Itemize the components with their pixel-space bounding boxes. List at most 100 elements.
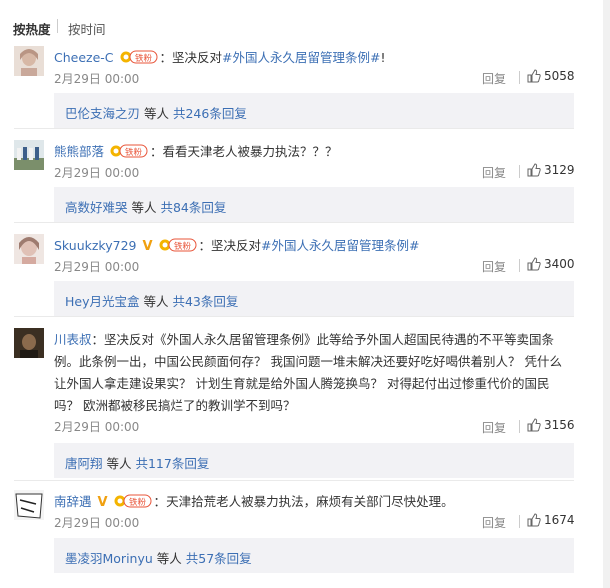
comment-item: 南辞遇 V 铁粉 ：天津拾荒老人被暴力执法，麻烦有关部门尽快处理。 2月29日 …	[0, 490, 600, 588]
fan-badge-icon[interactable]: 铁粉	[110, 144, 148, 158]
avatar[interactable]	[14, 234, 44, 264]
comment-colon: ：	[159, 50, 173, 65]
reply-total-link[interactable]: 共57条回复	[186, 551, 252, 566]
comment-date: 2月29日 00:00	[54, 260, 140, 274]
reply-button[interactable]: 回复	[482, 258, 506, 275]
action-divider	[519, 71, 520, 84]
reply-user-link[interactable]: 巴伦支海之刃	[65, 106, 140, 121]
avatar[interactable]	[14, 490, 44, 520]
sort-bar: 按热度 按时间	[0, 0, 610, 42]
thumbs-up-icon	[527, 257, 541, 271]
comment-body: Skuukzky729 V 铁粉 ：坚决反对#外国人永久居留管理条例#	[54, 235, 574, 258]
thumbs-up-icon	[527, 513, 541, 527]
fan-badge-label: 铁粉	[135, 53, 153, 64]
reply-total-link[interactable]: 共117条回复	[135, 456, 209, 471]
like-button[interactable]: 3129	[527, 163, 575, 177]
reply-user-link[interactable]: Hey月光宝盒	[65, 294, 140, 309]
verified-v-icon: V	[97, 495, 108, 510]
reply-total-link[interactable]: 共84条回复	[160, 200, 226, 215]
comment-body: 川表叔：坚决反对《外国人永久居留管理条例》此等给予外国人超国民待遇的不平等卖国条…	[54, 329, 574, 417]
comment-text: 坚决反对	[172, 50, 223, 65]
reply-summary-mid: 等人	[102, 456, 136, 471]
comment-date: 2月29日 00:00	[54, 166, 140, 180]
sort-by-time-tab[interactable]: 按时间	[68, 19, 106, 38]
comment-colon: ：	[91, 332, 105, 347]
reply-summary-box[interactable]: Hey月光宝盒 等人 共43条回复	[54, 281, 574, 316]
avatar-image	[14, 140, 44, 170]
thumbs-up-icon	[527, 418, 541, 432]
reply-summary: 巴伦支海之刃 等人 共246条回复	[65, 103, 247, 122]
like-button[interactable]: 1674	[527, 513, 575, 527]
comment-colon: ：	[198, 238, 212, 253]
reply-button[interactable]: 回复	[482, 70, 506, 87]
like-button[interactable]: 3400	[527, 257, 575, 271]
comment-divider	[14, 316, 574, 317]
comment-item: 川表叔：坚决反对《外国人永久居留管理条例》此等给予外国人超国民待遇的不平等卖国条…	[0, 328, 600, 478]
fan-badge-icon[interactable]: 铁粉	[120, 50, 158, 64]
action-divider	[519, 515, 520, 528]
comment-date: 2月29日 00:00	[54, 420, 140, 434]
reply-summary: Hey月光宝盒 等人 共43条回复	[65, 291, 238, 310]
comment-date: 2月29日 00:00	[54, 516, 140, 530]
verified-v-icon: V	[142, 239, 153, 254]
comment-body: 南辞遇 V 铁粉 ：天津拾荒老人被暴力执法，麻烦有关部门尽快处理。	[54, 491, 574, 514]
fan-badge-icon[interactable]: 铁粉	[114, 494, 152, 508]
reply-user-link[interactable]: 唐阿翔	[65, 456, 103, 471]
avatar-image	[14, 328, 44, 358]
like-count: 3400	[544, 257, 575, 271]
comment-hashtag-link[interactable]: #外国人永久居留管理条例#	[222, 50, 380, 65]
comment-author[interactable]: 熊熊部落	[54, 144, 104, 159]
vertical-scrollbar[interactable]	[603, 0, 610, 588]
sort-by-hot-tab[interactable]: 按热度	[13, 19, 51, 38]
avatar-image	[14, 490, 44, 520]
reply-total-link[interactable]: 共43条回复	[172, 294, 238, 309]
reply-summary-mid: 等人	[127, 200, 161, 215]
avatar[interactable]	[14, 140, 44, 170]
like-count: 1674	[544, 513, 575, 527]
comment-text: 坚决反对《外国人永久居留管理条例》此等给予外国人超国民待遇的不平等卖国条例。此条…	[54, 332, 562, 413]
reply-summary-mid: 等人	[140, 106, 173, 121]
comment-date: 2月29日 00:00	[54, 72, 140, 86]
avatar-image	[14, 46, 44, 76]
fan-badge-label: 铁粉	[125, 147, 143, 158]
reply-summary-mid: 等人	[152, 551, 186, 566]
reply-button[interactable]: 回复	[482, 514, 506, 531]
reply-user-link[interactable]: 墨凌羽Morinyu	[65, 551, 153, 566]
comment-divider	[14, 480, 574, 481]
avatar-image	[14, 234, 44, 264]
reply-user-link[interactable]: 高数好难哭	[65, 200, 128, 215]
action-divider	[519, 420, 520, 433]
reply-summary-box[interactable]: 墨凌羽Morinyu 等人 共57条回复	[54, 538, 574, 573]
reply-summary-box[interactable]: 高数好难哭 等人 共84条回复	[54, 187, 574, 222]
reply-summary-mid: 等人	[139, 294, 173, 309]
reply-summary-box[interactable]: 巴伦支海之刃 等人 共246条回复	[54, 93, 574, 128]
reply-total-link[interactable]: 共246条回复	[173, 106, 247, 121]
comment-author[interactable]: Cheeze-C	[54, 50, 114, 65]
like-button[interactable]: 3156	[527, 418, 575, 432]
comment-hashtag-link[interactable]: #外国人永久居留管理条例#	[261, 238, 419, 253]
like-button[interactable]: 5058	[527, 69, 575, 83]
comment-author[interactable]: 川表叔	[54, 332, 92, 347]
like-count: 5058	[544, 69, 575, 83]
avatar[interactable]	[14, 328, 44, 358]
comment-body: Cheeze-C 铁粉 ：坚决反对#外国人永久居留管理条例#!	[54, 47, 574, 69]
thumbs-up-icon	[527, 163, 541, 177]
reply-summary: 高数好难哭 等人 共84条回复	[65, 197, 226, 216]
fan-badge-icon[interactable]: 铁粉	[159, 238, 197, 252]
reply-button[interactable]: 回复	[482, 164, 506, 181]
comment-author[interactable]: 南辞遇	[54, 494, 92, 509]
comment-text: 坚决反对	[211, 238, 262, 253]
comment-colon: ：	[150, 144, 163, 159]
comment-text: 看看天津老人被暴力执法？？？	[162, 144, 338, 159]
fan-badge-label: 铁粉	[129, 497, 147, 508]
reply-summary-box[interactable]: 唐阿翔 等人 共117条回复	[54, 443, 574, 478]
action-divider	[519, 259, 520, 272]
comment-author[interactable]: Skuukzky729	[54, 238, 136, 253]
like-count: 3129	[544, 163, 575, 177]
comment-colon: ：	[153, 494, 167, 509]
reply-button[interactable]: 回复	[482, 419, 506, 436]
avatar[interactable]	[14, 46, 44, 76]
reply-summary: 墨凌羽Morinyu 等人 共57条回复	[65, 548, 252, 567]
thumbs-up-icon	[527, 69, 541, 83]
comment-text-end: !	[380, 50, 386, 65]
